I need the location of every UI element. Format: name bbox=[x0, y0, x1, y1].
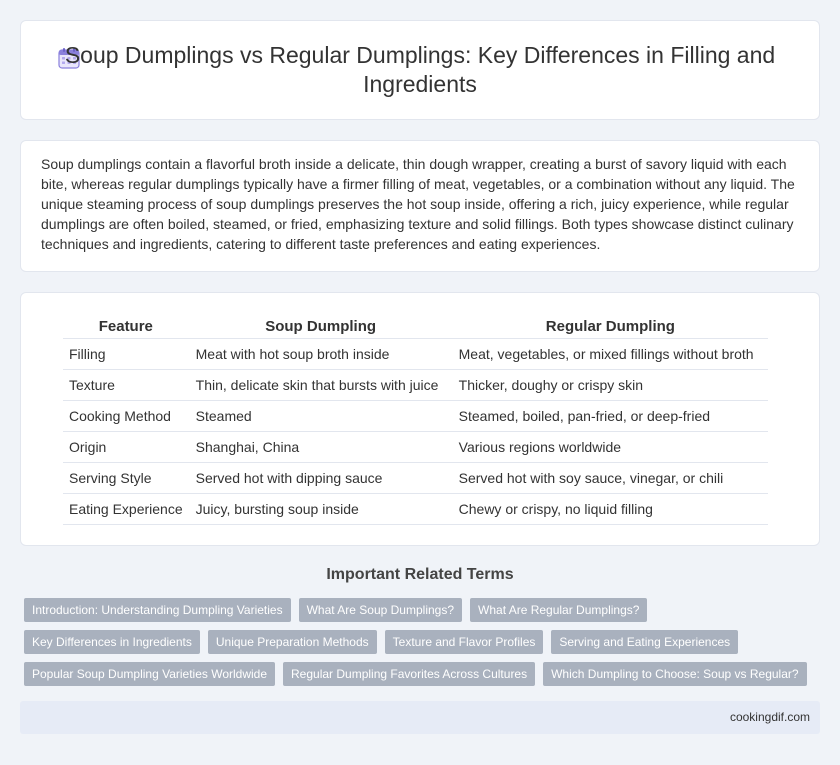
related-term-tag[interactable]: What Are Regular Dumplings? bbox=[470, 598, 648, 622]
table-cell-soup: Shanghai, China bbox=[188, 431, 453, 463]
related-terms-list: Introduction: Understanding Dumpling Var… bbox=[24, 598, 824, 694]
table-cell-regular: Thicker, doughy or crispy skin bbox=[451, 369, 769, 401]
table-cell-soup: Steamed bbox=[188, 400, 453, 432]
related-terms-title: Important Related Terms bbox=[326, 566, 514, 583]
table-row: Origin Shanghai, China Various regions w… bbox=[63, 431, 769, 463]
footer-site-link[interactable]: cookingdif.com bbox=[730, 710, 810, 724]
table-row: Texture Thin, delicate skin that bursts … bbox=[63, 369, 769, 401]
table-cell-regular: Meat, vegetables, or mixed fillings with… bbox=[451, 338, 769, 370]
header-feature: Feature bbox=[63, 315, 190, 339]
related-term-tag[interactable]: Popular Soup Dumpling Varieties Worldwid… bbox=[24, 662, 276, 686]
related-term-tag[interactable]: Texture and Flavor Profiles bbox=[384, 630, 544, 654]
related-term-tag[interactable]: Serving and Eating Experiences bbox=[551, 630, 739, 654]
table-cell-feature: Eating Experience bbox=[63, 493, 190, 525]
related-term-tag[interactable]: Which Dumpling to Choose: Soup vs Regula… bbox=[543, 662, 807, 686]
table-cell-regular: Steamed, boiled, pan-fried, or deep-frie… bbox=[451, 400, 769, 432]
intro-paragraph: Soup dumplings contain a flavorful broth… bbox=[41, 156, 795, 252]
intro-card: Soup dumplings contain a flavorful broth… bbox=[20, 140, 820, 272]
header-soup-dumpling: Soup Dumpling bbox=[188, 315, 453, 339]
table-cell-soup: Meat with hot soup broth inside bbox=[188, 338, 453, 370]
related-term-tag[interactable]: Key Differences in Ingredients bbox=[24, 630, 200, 654]
table-cell-regular: Served hot with soy sauce, vinegar, or c… bbox=[451, 462, 769, 494]
related-term-tag[interactable]: What Are Soup Dumplings? bbox=[298, 598, 463, 622]
title-card: Soup Dumplings vs Regular Dumplings: Key… bbox=[20, 20, 820, 120]
table-cell-feature: Cooking Method bbox=[63, 400, 190, 432]
table-row: Serving Style Served hot with dipping sa… bbox=[63, 462, 769, 494]
table-cell-feature: Serving Style bbox=[63, 462, 190, 494]
footer: cookingdif.com bbox=[20, 701, 820, 734]
table-cell-feature: Texture bbox=[63, 369, 190, 401]
related-term-tag[interactable]: Unique Preparation Methods bbox=[207, 630, 377, 654]
table-cell-soup: Served hot with dipping sauce bbox=[188, 462, 453, 494]
related-term-tag[interactable]: Introduction: Understanding Dumpling Var… bbox=[24, 598, 291, 622]
related-term-tag[interactable]: Regular Dumpling Favorites Across Cultur… bbox=[283, 662, 536, 686]
table-cell-soup: Thin, delicate skin that bursts with jui… bbox=[188, 369, 453, 401]
table-cell-feature: Filling bbox=[63, 338, 190, 370]
table-header-row: Feature Soup Dumpling Regular Dumpling bbox=[63, 315, 769, 339]
comparison-table-card: Feature Soup Dumpling Regular Dumpling F… bbox=[20, 292, 820, 546]
table-cell-regular: Chewy or crispy, no liquid filling bbox=[451, 493, 769, 525]
table-row: Cooking Method Steamed Steamed, boiled, … bbox=[63, 400, 769, 432]
comparison-table: Feature Soup Dumpling Regular Dumpling F… bbox=[63, 315, 769, 525]
header-regular-dumpling: Regular Dumpling bbox=[451, 315, 769, 339]
table-row: Filling Meat with hot soup broth inside … bbox=[63, 338, 769, 370]
page-title: Soup Dumplings vs Regular Dumplings: Key… bbox=[64, 42, 776, 97]
table-cell-feature: Origin bbox=[63, 431, 190, 463]
table-cell-soup: Juicy, bursting soup inside bbox=[188, 493, 453, 525]
table-row: Eating Experience Juicy, bursting soup i… bbox=[63, 493, 769, 525]
table-cell-regular: Various regions worldwide bbox=[451, 431, 769, 463]
